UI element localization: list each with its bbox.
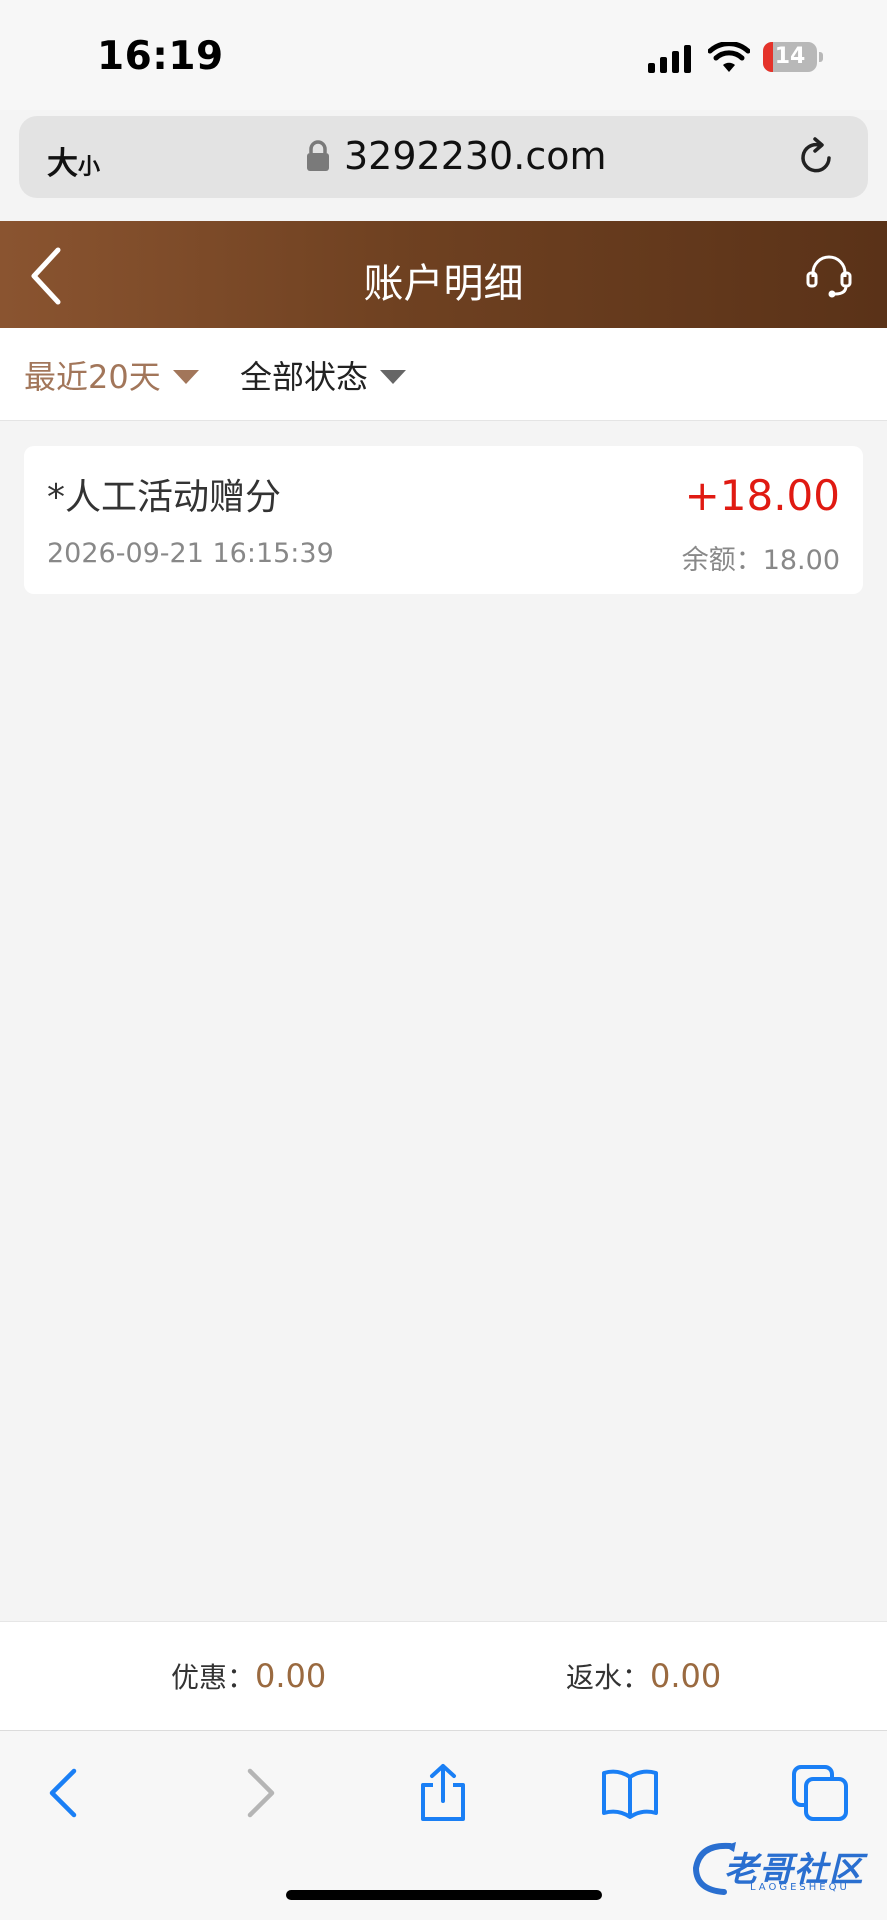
status-bar: 16:19 14	[0, 0, 887, 110]
rebate-summary: 返水：0.00	[566, 1656, 721, 1696]
watermark-logo: 老哥社区 LAOGESHEQU	[690, 1838, 880, 1898]
cellular-signal-icon	[648, 43, 694, 73]
discount-value: 0.00	[255, 1657, 327, 1695]
url-text[interactable]: 3292230.com	[344, 134, 606, 178]
summary-bar: 优惠：0.00 返水：0.00	[0, 1621, 887, 1731]
battery-level: 14	[774, 44, 806, 69]
status-time: 16:19	[97, 34, 224, 79]
transaction-card[interactable]: *人工活动赠分 2026-09-21 16:15:39 +18.00 余额：18…	[24, 446, 863, 594]
tabs-icon[interactable]	[790, 1763, 850, 1823]
share-icon[interactable]	[413, 1763, 473, 1823]
caret-down-icon	[172, 370, 199, 384]
discount-label: 优惠：	[171, 1661, 256, 1694]
text-size-big: 大	[47, 146, 78, 182]
home-indicator[interactable]	[286, 1890, 602, 1900]
address-bar[interactable]: 大小 3292230.com	[19, 116, 868, 198]
chevron-right-icon[interactable]	[228, 1763, 288, 1823]
app-header: 账户明细	[0, 221, 887, 328]
text-size-button[interactable]: 大小	[47, 138, 100, 183]
text-size-small: 小	[78, 155, 101, 180]
rebate-value: 0.00	[650, 1657, 722, 1695]
transaction-title: *人工活动赠分	[47, 477, 282, 518]
date-range-label: 最近20天	[24, 358, 161, 396]
rebate-label: 返水：	[566, 1661, 651, 1694]
page-title: 账户明细	[363, 261, 524, 307]
status-filter[interactable]: 全部状态	[240, 352, 407, 398]
book-icon[interactable]	[600, 1763, 660, 1823]
battery-icon: 14	[763, 42, 823, 72]
caret-down-icon	[380, 370, 407, 384]
transaction-amount: +18.00	[684, 471, 840, 520]
reload-icon[interactable]	[795, 136, 837, 178]
watermark-subtext: LAOGESHEQU	[750, 1882, 850, 1893]
filter-bar: 最近20天 全部状态	[0, 328, 887, 421]
lock-icon	[307, 140, 329, 171]
status-filter-label: 全部状态	[240, 358, 369, 396]
discount-summary: 优惠：0.00	[171, 1656, 326, 1696]
headset-icon[interactable]	[805, 251, 853, 299]
wifi-icon	[708, 42, 750, 72]
chevron-left-icon[interactable]	[36, 1763, 96, 1823]
transaction-balance: 余额：18.00	[681, 545, 840, 576]
transaction-time: 2026-09-21 16:15:39	[47, 538, 334, 569]
date-range-filter[interactable]: 最近20天	[24, 352, 199, 398]
